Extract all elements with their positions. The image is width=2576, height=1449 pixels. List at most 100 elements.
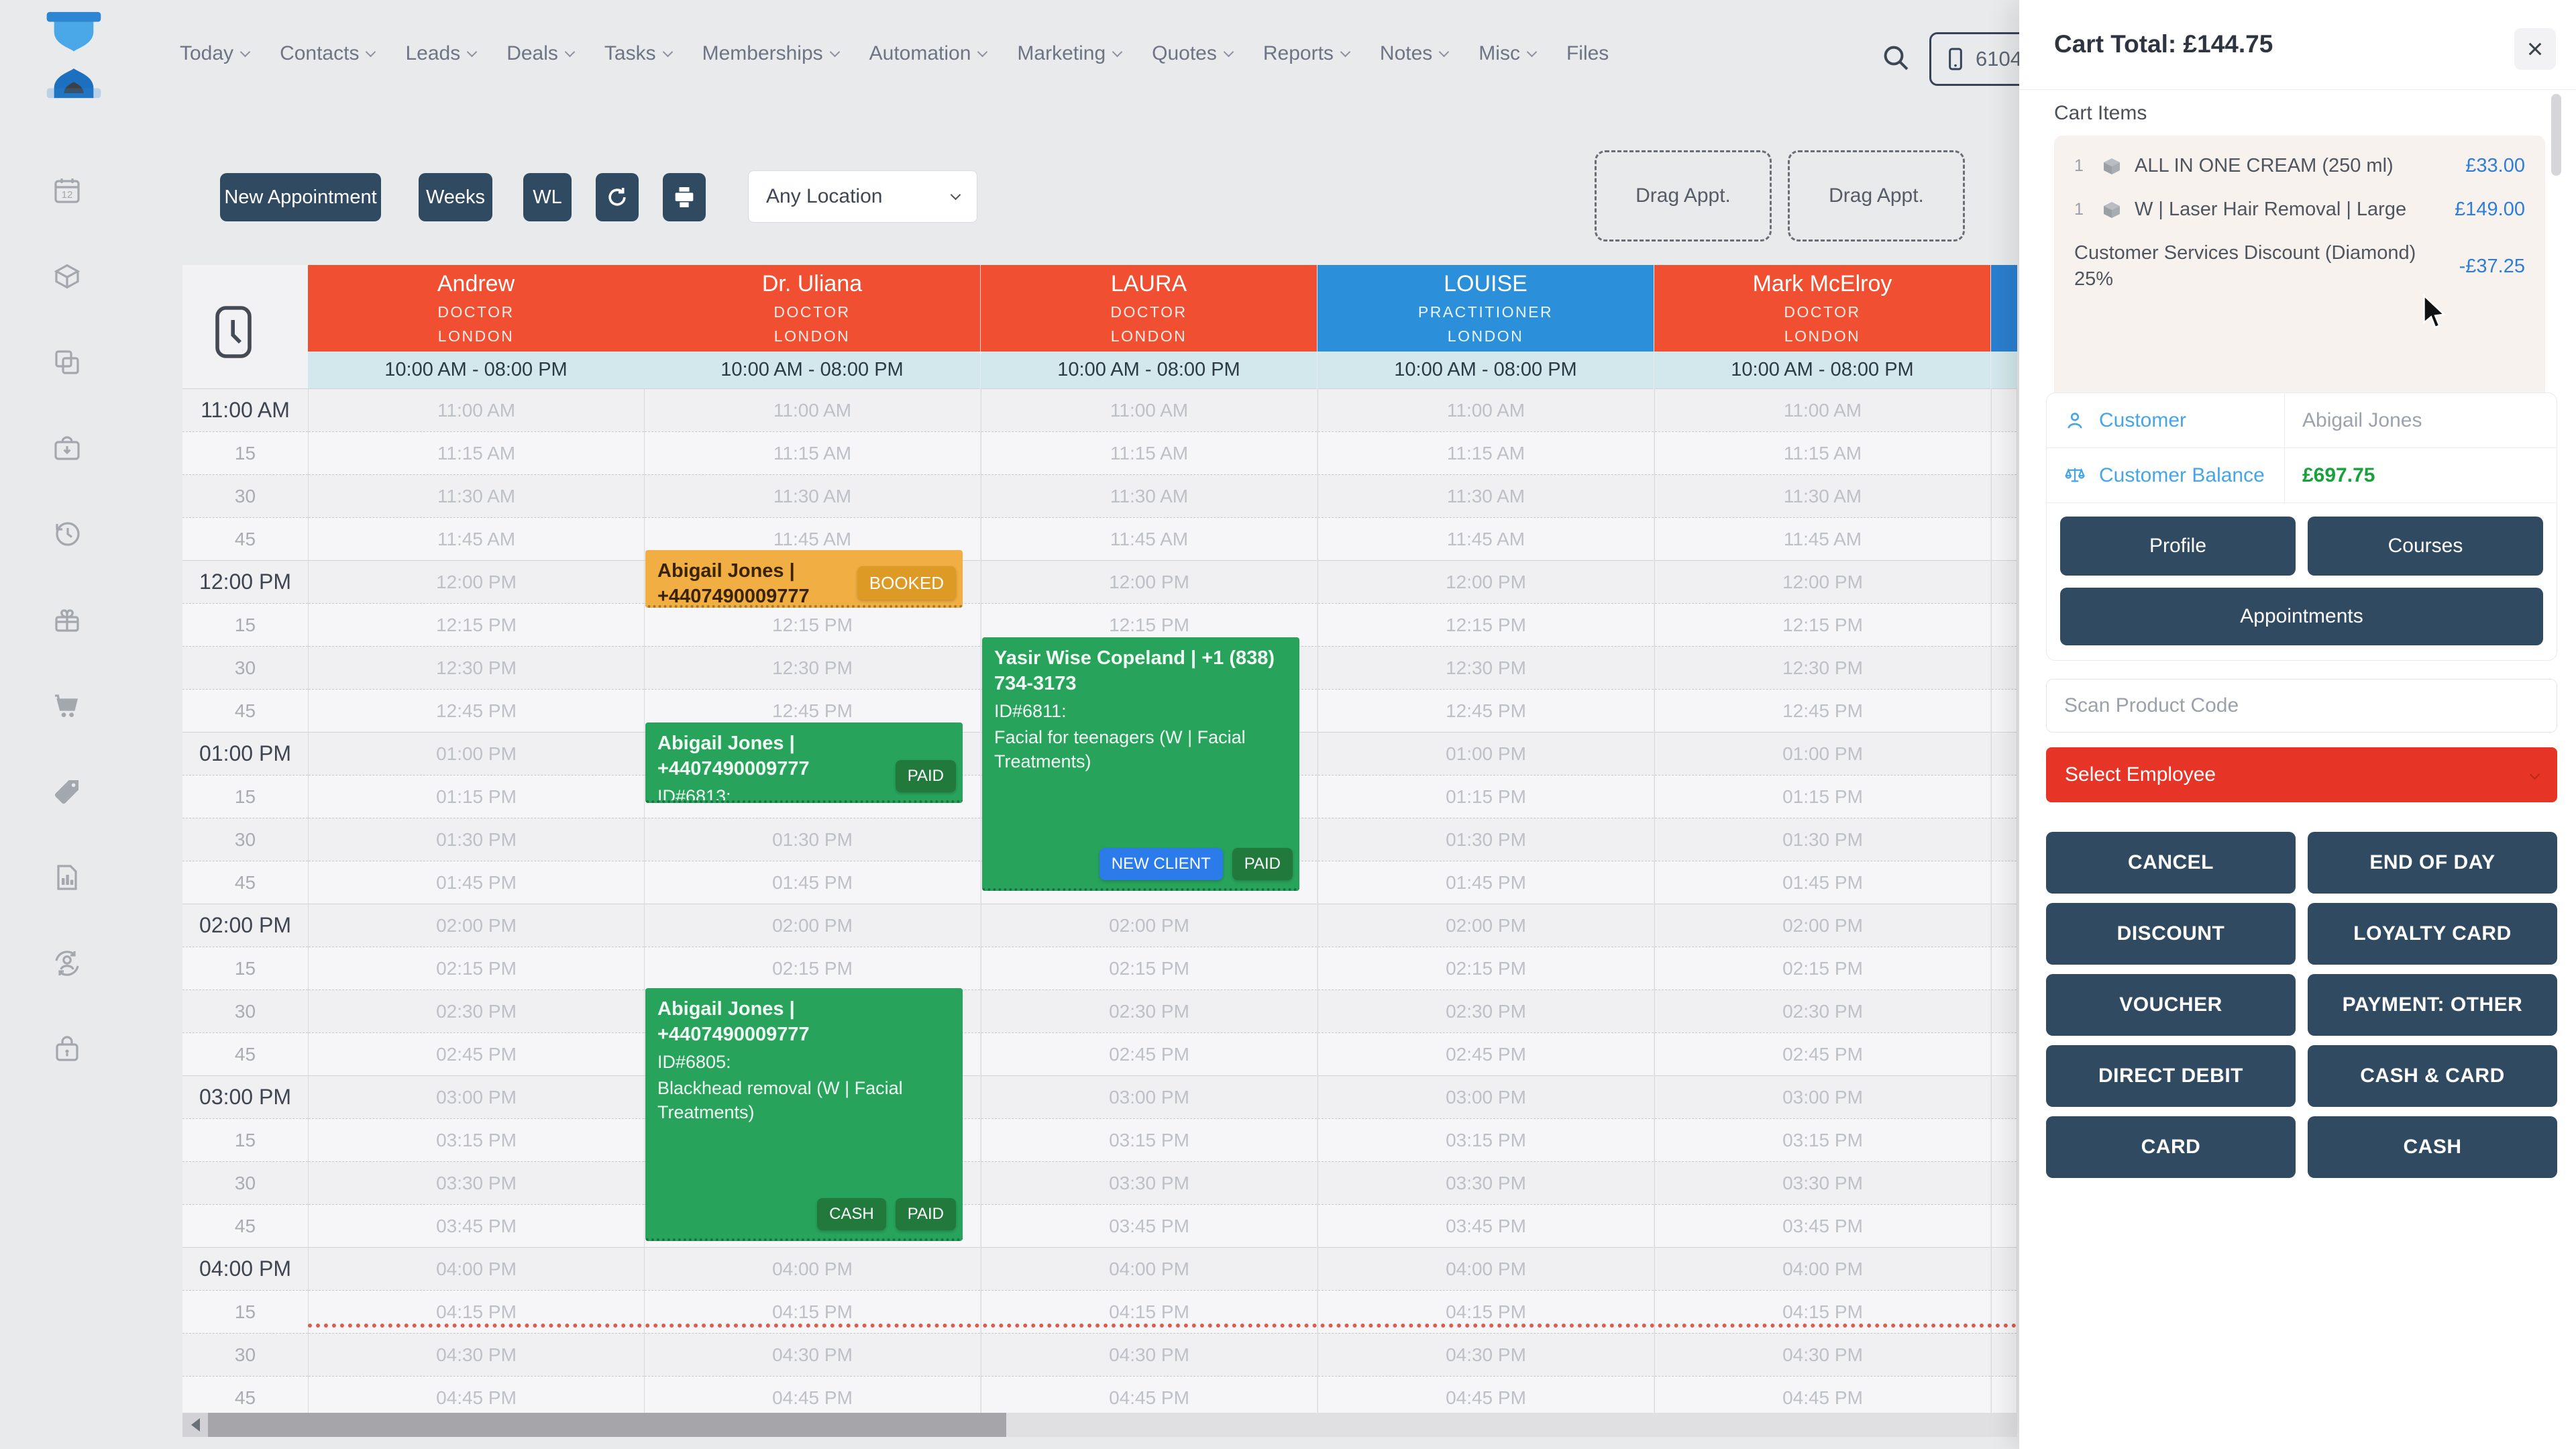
nav-item-tasks[interactable]: Tasks: [604, 42, 672, 65]
sidebar-item-3[interactable]: [51, 432, 83, 464]
time-slot[interactable]: 04:00 PM: [1655, 1247, 1990, 1290]
time-slot[interactable]: 11:00 AM: [1318, 388, 1654, 431]
time-slot[interactable]: 03:15 PM: [309, 1118, 644, 1161]
time-slot[interactable]: 01:00 PM: [1318, 732, 1654, 775]
time-slot[interactable]: 12:45 PM: [309, 689, 644, 732]
scroll-left-arrow[interactable]: [182, 1413, 208, 1437]
time-slot[interactable]: 02:30 PM: [981, 989, 1317, 1032]
time-slot[interactable]: 12:15 PM: [645, 603, 980, 646]
sidebar-item-10[interactable]: [51, 1033, 83, 1065]
time-slot[interactable]: 12:30 PM: [645, 646, 980, 689]
customer-link[interactable]: Customer: [2099, 409, 2186, 432]
time-slot[interactable]: 11:45 AM: [1655, 517, 1990, 560]
time-slot[interactable]: 03:45 PM: [1318, 1204, 1654, 1247]
nav-item-memberships[interactable]: Memberships: [702, 42, 839, 65]
action-cash-card[interactable]: CASH & CARD: [2308, 1045, 2557, 1107]
column-header-andrew[interactable]: AndrewDOCTORLONDON: [308, 265, 644, 352]
time-slot[interactable]: 01:30 PM: [1655, 818, 1990, 861]
customer-balance-link[interactable]: Customer Balance: [2099, 464, 2265, 487]
time-slot[interactable]: 11:45 AM: [309, 517, 644, 560]
time-slot[interactable]: 03:00 PM: [1655, 1075, 1990, 1118]
column-header-laura[interactable]: LAURADOCTORLONDON: [981, 265, 1317, 352]
sidebar-item-9[interactable]: [51, 947, 83, 979]
time-slot[interactable]: [1992, 732, 2017, 775]
sidebar-item-4[interactable]: [51, 518, 83, 550]
new-appointment-button[interactable]: New Appointment: [220, 173, 381, 221]
time-slot[interactable]: 12:15 PM: [1318, 603, 1654, 646]
weeks-button[interactable]: Weeks: [419, 173, 492, 221]
time-slot[interactable]: [1992, 431, 2017, 474]
time-slot[interactable]: 03:00 PM: [1318, 1075, 1654, 1118]
time-slot[interactable]: 12:15 PM: [1655, 603, 1990, 646]
time-slot[interactable]: 01:45 PM: [645, 861, 980, 904]
time-slot[interactable]: 11:30 AM: [645, 474, 980, 517]
nav-item-files[interactable]: Files: [1566, 42, 1609, 65]
time-slot[interactable]: [1992, 1247, 2017, 1290]
time-slot[interactable]: 04:30 PM: [1318, 1333, 1654, 1376]
time-slot[interactable]: 11:45 AM: [1318, 517, 1654, 560]
time-slot[interactable]: 02:00 PM: [1655, 904, 1990, 947]
time-slot[interactable]: 02:15 PM: [1655, 947, 1990, 989]
waitlist-button[interactable]: WL: [523, 173, 572, 221]
time-slot[interactable]: 12:30 PM: [309, 646, 644, 689]
time-slot[interactable]: [1992, 474, 2017, 517]
time-slot[interactable]: 03:45 PM: [1655, 1204, 1990, 1247]
sidebar-item-6[interactable]: [51, 690, 83, 722]
time-slot[interactable]: 12:00 PM: [1318, 560, 1654, 603]
time-slot[interactable]: [1992, 689, 2017, 732]
time-slot[interactable]: 11:00 AM: [1655, 388, 1990, 431]
time-slot[interactable]: 04:30 PM: [981, 1333, 1317, 1376]
time-slot[interactable]: [1992, 646, 2017, 689]
nav-item-misc[interactable]: Misc: [1479, 42, 1536, 65]
action-voucher[interactable]: VOUCHER: [2046, 974, 2296, 1036]
nav-item-reports[interactable]: Reports: [1263, 42, 1349, 65]
time-slot[interactable]: 03:15 PM: [1318, 1118, 1654, 1161]
time-slot[interactable]: 12:30 PM: [1318, 646, 1654, 689]
nav-item-deals[interactable]: Deals: [506, 42, 574, 65]
time-slot[interactable]: 01:30 PM: [645, 818, 980, 861]
time-slot[interactable]: [1992, 1118, 2017, 1161]
cart-item[interactable]: Customer Services Discount (Diamond) 25%…: [2074, 240, 2525, 292]
sidebar-item-1[interactable]: [51, 260, 83, 292]
sidebar-item-2[interactable]: [51, 346, 83, 378]
time-slot[interactable]: [1992, 1204, 2017, 1247]
time-slot[interactable]: 11:30 AM: [981, 474, 1317, 517]
time-slot[interactable]: 02:30 PM: [309, 989, 644, 1032]
cart-item[interactable]: 1ALL IN ONE CREAM (250 ml)£33.00: [2074, 153, 2525, 179]
time-slot[interactable]: 12:45 PM: [1318, 689, 1654, 732]
time-slot[interactable]: 12:30 PM: [1655, 646, 1990, 689]
time-slot[interactable]: 11:30 AM: [1655, 474, 1990, 517]
time-slot[interactable]: 02:00 PM: [309, 904, 644, 947]
nav-item-quotes[interactable]: Quotes: [1152, 42, 1232, 65]
time-slot[interactable]: [1992, 861, 2017, 904]
time-slot[interactable]: 11:00 AM: [309, 388, 644, 431]
courses-button[interactable]: Courses: [2308, 517, 2543, 576]
appointments-button[interactable]: Appointments: [2060, 588, 2543, 645]
time-slot[interactable]: [1992, 904, 2017, 947]
action-direct-debit[interactable]: DIRECT DEBIT: [2046, 1045, 2296, 1107]
time-slot[interactable]: 04:00 PM: [645, 1247, 980, 1290]
time-slot[interactable]: 03:45 PM: [981, 1204, 1317, 1247]
time-slot[interactable]: 03:30 PM: [981, 1161, 1317, 1204]
time-slot[interactable]: 03:30 PM: [309, 1161, 644, 1204]
column-header-mark-mcelroy[interactable]: Mark McElroyDOCTORLONDON: [1654, 265, 1990, 352]
time-slot[interactable]: 12:45 PM: [1655, 689, 1990, 732]
action-discount[interactable]: DISCOUNT: [2046, 903, 2296, 965]
time-slot[interactable]: 02:15 PM: [645, 947, 980, 989]
time-slot[interactable]: 02:15 PM: [309, 947, 644, 989]
action-loyalty-card[interactable]: LOYALTY CARD: [2308, 903, 2557, 965]
time-slot[interactable]: 03:00 PM: [309, 1075, 644, 1118]
time-slot[interactable]: 12:00 PM: [981, 560, 1317, 603]
nav-item-today[interactable]: Today: [180, 42, 249, 65]
scan-product-input[interactable]: [2046, 679, 2557, 733]
action-end-of-day[interactable]: END OF DAY: [2308, 832, 2557, 894]
time-slot[interactable]: [1992, 1333, 2017, 1376]
appointment[interactable]: Abigail Jones | +4407490009777ID#6805:Bl…: [645, 988, 963, 1241]
nav-item-marketing[interactable]: Marketing: [1017, 42, 1121, 65]
time-slot[interactable]: [1992, 947, 2017, 989]
column-header-louise[interactable]: LOUISEPRACTITIONERLONDON: [1318, 265, 1654, 352]
time-slot[interactable]: 02:30 PM: [1655, 989, 1990, 1032]
time-slot[interactable]: 03:45 PM: [309, 1204, 644, 1247]
time-slot[interactable]: [1992, 1161, 2017, 1204]
refresh-button[interactable]: [596, 173, 639, 221]
